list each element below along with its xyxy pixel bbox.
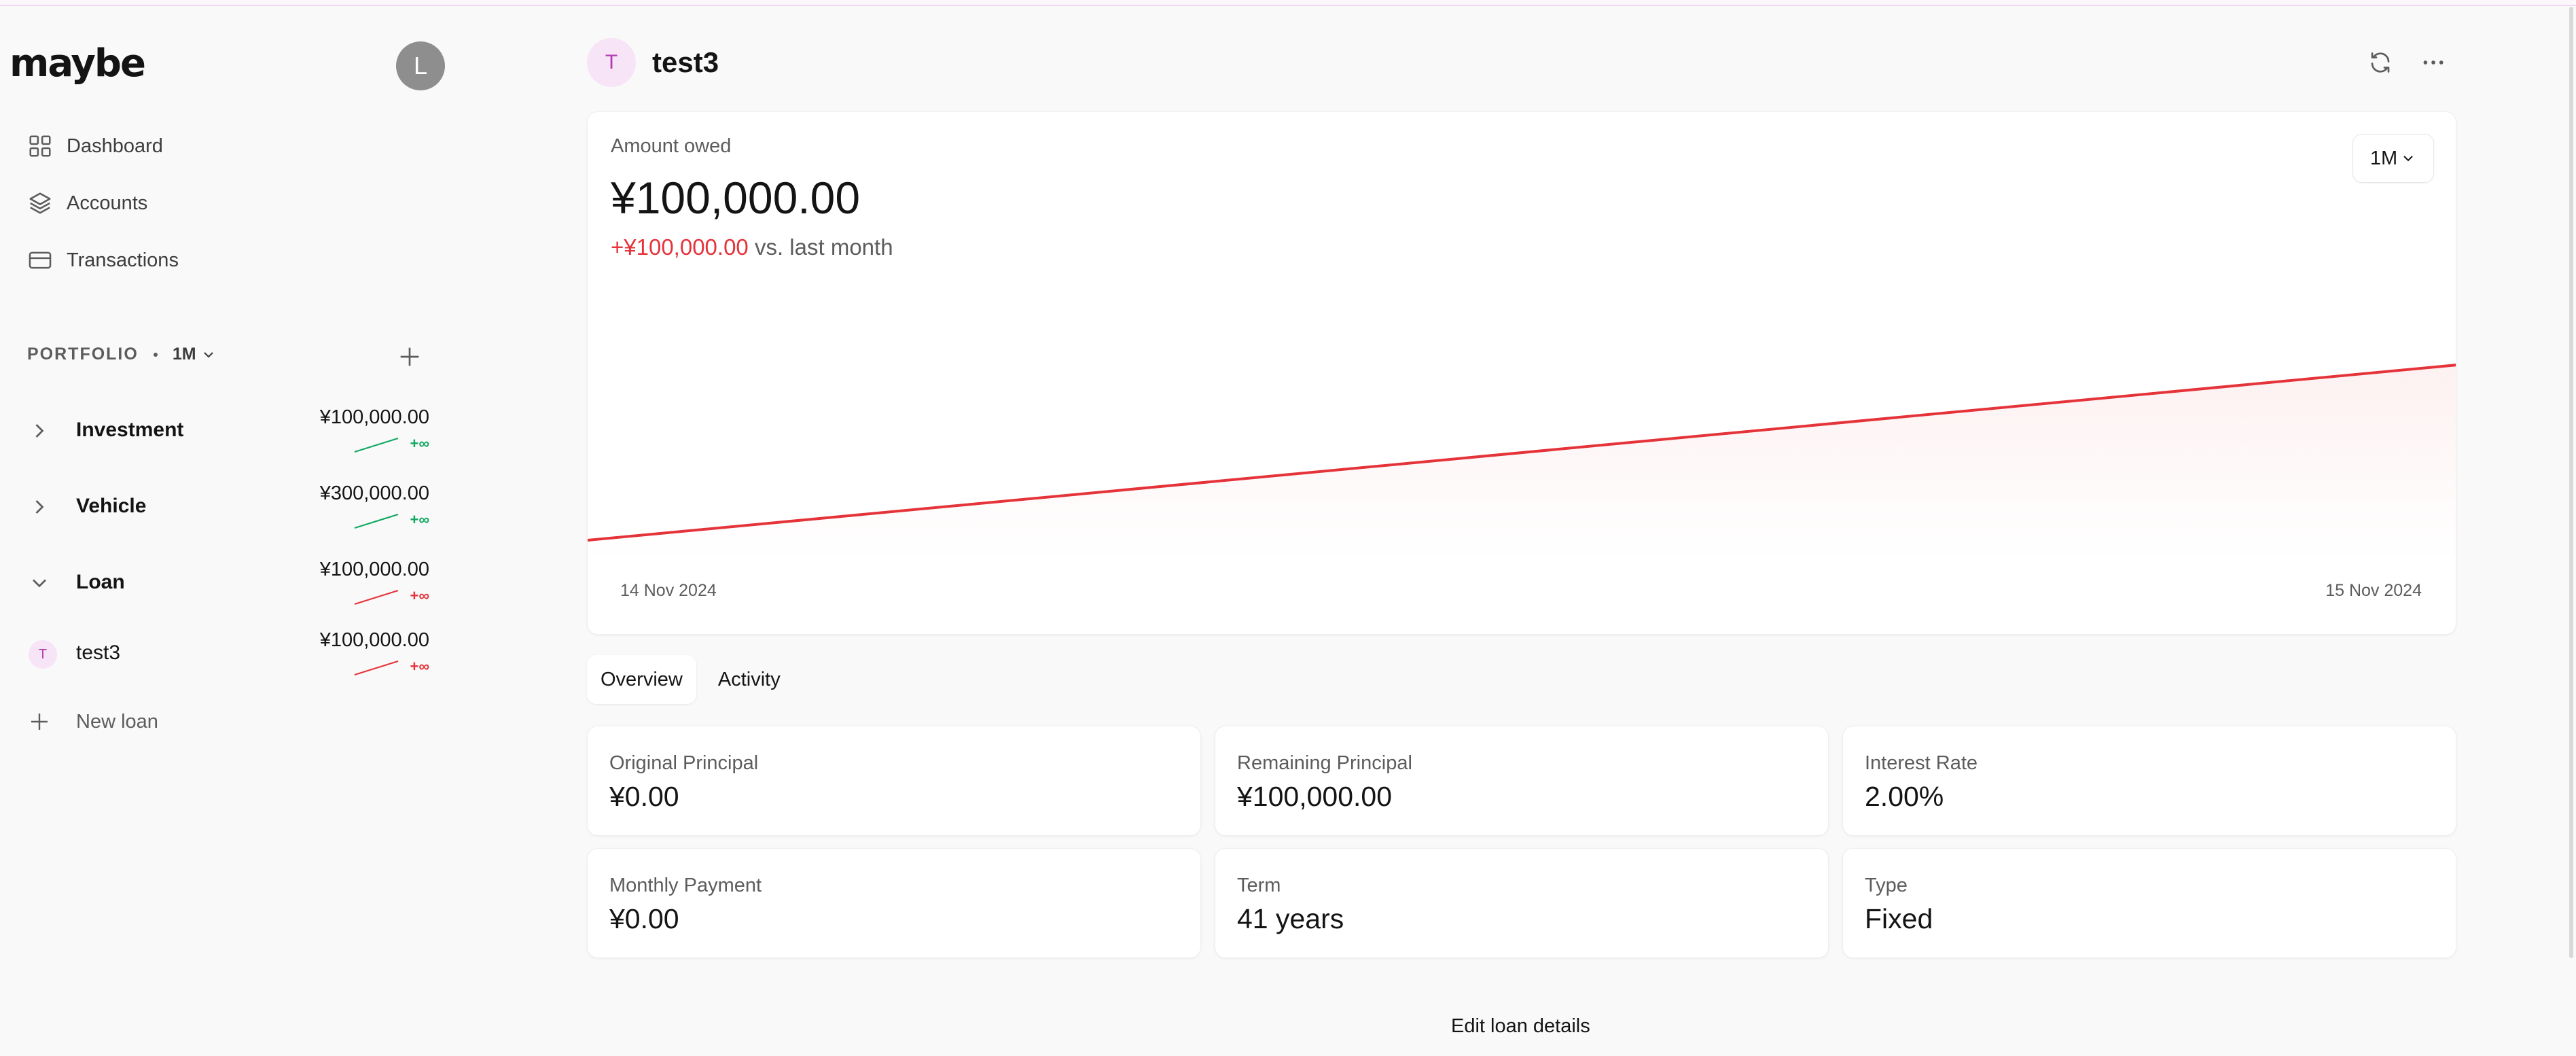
group-name: Investment xyxy=(76,419,184,441)
nav-label: Transactions xyxy=(67,249,179,271)
sparkline-chart xyxy=(354,660,399,676)
detail-card-original-principal: Original Principal ¥0.00 xyxy=(587,726,1201,836)
portfolio-title: PORTFOLIO xyxy=(27,345,139,364)
detail-value: ¥0.00 xyxy=(609,781,679,812)
detail-label: Interest Rate xyxy=(1865,752,1978,774)
x-axis-end-label: 15 Nov 2024 xyxy=(2325,581,2422,600)
detail-card-term: Term 41 years xyxy=(1215,848,1829,958)
detail-label: Monthly Payment xyxy=(609,875,762,896)
chevron-down-icon xyxy=(203,351,213,358)
account-trend: +∞ xyxy=(410,658,429,675)
group-sparkline: +∞ xyxy=(353,511,429,530)
group-sparkline: +∞ xyxy=(353,587,429,606)
detail-value: Fixed xyxy=(1865,903,1933,934)
account-item-test3[interactable]: T test3 ¥100,000.00 +∞ xyxy=(27,627,435,681)
detail-card-monthly-payment: Monthly Payment ¥0.00 xyxy=(587,848,1201,958)
top-accent-bar xyxy=(0,0,2576,6)
sparkline-chart xyxy=(354,513,399,529)
chevron-down-icon xyxy=(2403,156,2413,162)
new-loan-button[interactable]: New loan xyxy=(27,709,158,734)
account-header: T test3 xyxy=(587,38,719,87)
sidebar: maybe L Dashboard Accounts Transactions … xyxy=(0,6,462,1056)
nav-item-transactions[interactable]: Transactions xyxy=(27,240,179,281)
sparkline-chart xyxy=(354,437,399,453)
detail-card-type: Type Fixed xyxy=(1842,848,2456,958)
group-value: ¥100,000.00 xyxy=(319,559,429,580)
separator-dot xyxy=(153,352,158,357)
sparkline-chart xyxy=(354,589,399,605)
balance-line-chart xyxy=(588,364,2456,561)
edit-loan-details-link[interactable]: Edit loan details xyxy=(1451,1015,1590,1038)
portfolio-period-select[interactable]: 1M xyxy=(173,345,217,364)
account-avatar: T xyxy=(587,38,636,87)
nav-item-accounts[interactable]: Accounts xyxy=(27,183,147,224)
chart-area-fill xyxy=(588,365,2456,561)
layers-icon xyxy=(29,192,51,214)
dashboard-grid-icon xyxy=(29,135,51,157)
account-avatar: T xyxy=(29,640,57,669)
group-name: Vehicle xyxy=(76,495,147,517)
plus-icon xyxy=(31,714,48,730)
nav-label: Dashboard xyxy=(67,135,163,157)
detail-label: Original Principal xyxy=(609,752,759,774)
portfolio-header: PORTFOLIO 1M xyxy=(27,345,217,364)
more-options-button[interactable] xyxy=(2418,48,2448,77)
group-trend: +∞ xyxy=(410,587,429,604)
detail-value: 2.00% xyxy=(1865,781,1944,812)
change-amount: +¥100,000.00 xyxy=(611,234,749,260)
group-value: ¥100,000.00 xyxy=(319,406,429,428)
range-value: 1M xyxy=(2369,147,2398,169)
period-value: 1M xyxy=(172,345,196,364)
detail-card-remaining-principal: Remaining Principal ¥100,000.00 xyxy=(1215,726,1829,836)
chevron-right-icon[interactable] xyxy=(27,495,52,519)
detail-value: ¥0.00 xyxy=(609,903,679,934)
group-value: ¥300,000.00 xyxy=(319,482,429,504)
balance-change: +¥100,000.00 vs. last month xyxy=(611,234,893,260)
app-logo[interactable]: maybe xyxy=(10,41,146,86)
period-select-button[interactable]: 1M xyxy=(2353,134,2434,183)
account-sparkline: +∞ xyxy=(353,658,429,677)
credit-card-icon xyxy=(29,251,52,269)
change-suffix: vs. last month xyxy=(754,234,893,260)
chevron-right-icon[interactable] xyxy=(27,419,52,443)
detail-value: 41 years xyxy=(1237,903,1344,934)
group-sparkline: +∞ xyxy=(353,435,429,454)
account-name: test3 xyxy=(76,641,121,664)
amount-owed-label: Amount owed xyxy=(611,135,732,157)
nav-item-dashboard[interactable]: Dashboard xyxy=(27,126,163,166)
detail-label: Type xyxy=(1865,875,1908,896)
amount-owed-value: ¥100,000.00 xyxy=(611,173,861,223)
refresh-icon xyxy=(2371,52,2390,73)
detail-label: Term xyxy=(1237,875,1281,896)
page-scrollbar[interactable] xyxy=(2569,7,2573,958)
detail-card-interest-rate: Interest Rate 2.00% xyxy=(1842,726,2456,836)
group-trend: +∞ xyxy=(410,435,429,452)
chevron-down-icon[interactable] xyxy=(27,571,52,595)
account-group-vehicle[interactable]: Vehicle ¥300,000.00 +∞ xyxy=(27,480,435,534)
detail-label: Remaining Principal xyxy=(1237,752,1412,774)
nav-label: Accounts xyxy=(67,192,148,214)
account-value: ¥100,000.00 xyxy=(319,629,429,651)
add-account-button[interactable] xyxy=(396,343,423,370)
balance-chart-card: Amount owed ¥100,000.00 +¥100,000.00 vs.… xyxy=(587,111,2456,635)
account-tabs: Overview Activity xyxy=(587,655,802,704)
x-axis-start-label: 14 Nov 2024 xyxy=(620,581,717,600)
group-trend: +∞ xyxy=(410,511,429,528)
tab-activity[interactable]: Activity xyxy=(704,655,794,704)
more-horizontal-icon xyxy=(2423,60,2444,65)
user-avatar[interactable]: L xyxy=(396,41,445,90)
account-group-investment[interactable]: Investment ¥100,000.00 +∞ xyxy=(27,404,435,458)
account-group-loan[interactable]: Loan ¥100,000.00 +∞ xyxy=(27,556,435,610)
group-name: Loan xyxy=(76,571,125,593)
new-loan-label: New loan xyxy=(76,710,158,733)
tab-overview[interactable]: Overview xyxy=(587,655,696,704)
detail-value: ¥100,000.00 xyxy=(1237,781,1393,812)
sync-button[interactable] xyxy=(2365,48,2395,77)
account-title: test3 xyxy=(652,46,719,78)
